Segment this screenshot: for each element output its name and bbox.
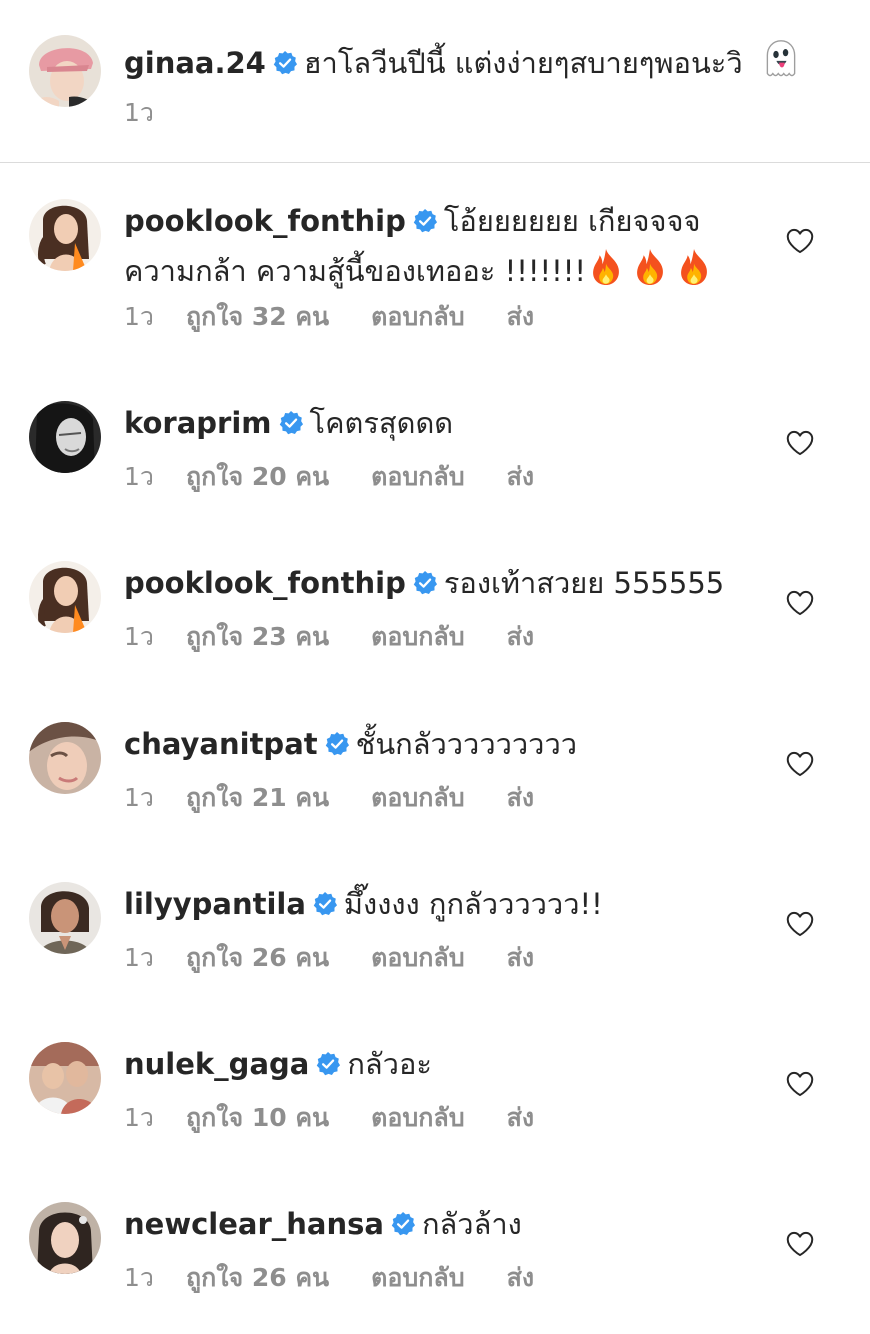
avatar[interactable] bbox=[29, 882, 101, 954]
comment-meta: 1ว ถูกใจ 26 คน ตอบกลับ ส่ง bbox=[124, 1262, 534, 1294]
comment-time: 1ว bbox=[124, 462, 154, 491]
caption-username[interactable]: ginaa.24 bbox=[124, 46, 266, 80]
comment-meta: 1ว ถูกใจ 32 คน ตอบกลับ ส่ง bbox=[124, 301, 534, 333]
heart-icon[interactable] bbox=[786, 1071, 814, 1097]
comment-username[interactable]: koraprim bbox=[124, 406, 272, 440]
reply-button[interactable]: ตอบกลับ bbox=[371, 1262, 464, 1294]
comment-text: รองเท้าสวยย 555555 bbox=[443, 566, 725, 600]
like-count[interactable]: ถูกใจ 23 คน bbox=[186, 621, 329, 653]
avatar[interactable] bbox=[29, 35, 101, 107]
reply-button[interactable]: ตอบกลับ bbox=[371, 942, 464, 974]
avatar[interactable] bbox=[29, 561, 101, 633]
send-button[interactable]: ส่ง bbox=[507, 1262, 534, 1294]
comment-username[interactable]: newclear_hansa bbox=[124, 1207, 384, 1241]
comment-username[interactable]: nulek_gaga bbox=[124, 1047, 309, 1081]
verified-badge-icon bbox=[412, 208, 438, 234]
comment-time: 1ว bbox=[124, 1263, 154, 1292]
comment-text: โอ้ยยยยยย เกียจจจจ bbox=[443, 204, 701, 238]
ghost-emoji-icon bbox=[762, 39, 800, 79]
reply-button[interactable]: ตอบกลับ bbox=[371, 782, 464, 814]
verified-badge-icon bbox=[272, 50, 298, 76]
send-button[interactable]: ส่ง bbox=[507, 1102, 534, 1134]
like-count[interactable]: ถูกใจ 32 คน bbox=[186, 301, 329, 333]
fire-emoji-icon bbox=[588, 247, 624, 287]
comment-text-line-1: pooklook_fonthip โอ้ยยยยยย เกียจจจจ bbox=[124, 201, 700, 241]
reply-button[interactable]: ตอบกลับ bbox=[371, 301, 464, 333]
comment-time: 1ว bbox=[124, 622, 154, 651]
comment-time: 1ว bbox=[124, 783, 154, 812]
comment-text-line: pooklook_fonthip รองเท้าสวยย 555555 bbox=[124, 563, 724, 603]
like-count[interactable]: ถูกใจ 20 คน bbox=[186, 461, 329, 493]
comment-username[interactable]: chayanitpat bbox=[124, 727, 318, 761]
comment-text-continued: ความกล้า ความสู้นี้ของเทออะ !!!!!!! bbox=[124, 254, 586, 288]
verified-badge-icon bbox=[412, 570, 438, 596]
comment-username[interactable]: lilyypantila bbox=[124, 887, 306, 921]
reply-button[interactable]: ตอบกลับ bbox=[371, 621, 464, 653]
send-button[interactable]: ส่ง bbox=[507, 301, 534, 333]
heart-icon[interactable] bbox=[786, 430, 814, 456]
post-caption: ginaa.24 ฮาโลวีนปีนี้ แต่งง่ายๆสบายๆพอนะว… bbox=[0, 0, 870, 163]
caption-meta: 1ว bbox=[124, 97, 186, 129]
like-count[interactable]: ถูกใจ 26 คน bbox=[186, 1262, 329, 1294]
heart-icon[interactable] bbox=[786, 228, 814, 254]
like-count[interactable]: ถูกใจ 10 คน bbox=[186, 1102, 329, 1134]
fire-emoji-icon bbox=[632, 247, 668, 287]
verified-badge-icon bbox=[278, 410, 304, 436]
avatar[interactable] bbox=[29, 1042, 101, 1114]
comment-meta: 1ว ถูกใจ 26 คน ตอบกลับ ส่ง bbox=[124, 942, 534, 974]
verified-badge-icon bbox=[390, 1211, 416, 1237]
avatar[interactable] bbox=[29, 722, 101, 794]
comment-meta: 1ว ถูกใจ 10 คน ตอบกลับ ส่ง bbox=[124, 1102, 534, 1134]
verified-badge-icon bbox=[324, 731, 350, 757]
comment-meta: 1ว ถูกใจ 21 คน ตอบกลับ ส่ง bbox=[124, 782, 534, 814]
comment-text-line: nulek_gaga กลัวอะ bbox=[124, 1044, 432, 1084]
comment-text-line: lilyypantila มึ๊งงงง กูกลัวววววว!! bbox=[124, 884, 603, 924]
send-button[interactable]: ส่ง bbox=[507, 621, 534, 653]
heart-icon[interactable] bbox=[786, 590, 814, 616]
like-count[interactable]: ถูกใจ 21 คน bbox=[186, 782, 329, 814]
comment-text: มึ๊งงงง กูกลัวววววว!! bbox=[343, 887, 603, 921]
like-count[interactable]: ถูกใจ 26 คน bbox=[186, 942, 329, 974]
fire-emoji-icon bbox=[676, 247, 712, 287]
verified-badge-icon bbox=[312, 891, 338, 917]
send-button[interactable]: ส่ง bbox=[507, 782, 534, 814]
comment-time: 1ว bbox=[124, 302, 154, 331]
comment-text-line: newclear_hansa กลัวล้าง bbox=[124, 1204, 522, 1244]
send-button[interactable]: ส่ง bbox=[507, 942, 534, 974]
comment-meta: 1ว ถูกใจ 20 คน ตอบกลับ ส่ง bbox=[124, 461, 534, 493]
comment-text: ชั้นกลัววววววววว bbox=[355, 727, 578, 761]
verified-badge-icon bbox=[315, 1051, 341, 1077]
comment-text: กลัวอะ bbox=[347, 1047, 432, 1081]
reply-button[interactable]: ตอบกลับ bbox=[371, 461, 464, 493]
comment-text-line-2: ความกล้า ความสู้นี้ของเทออะ !!!!!!! bbox=[124, 247, 712, 291]
comment-time: 1ว bbox=[124, 1103, 154, 1132]
avatar[interactable] bbox=[29, 1202, 101, 1274]
caption-time: 1ว bbox=[124, 98, 154, 127]
heart-icon[interactable] bbox=[786, 1231, 814, 1257]
comment-username[interactable]: pooklook_fonthip bbox=[124, 204, 406, 238]
comment-meta: 1ว ถูกใจ 23 คน ตอบกลับ ส่ง bbox=[124, 621, 534, 653]
comment-time: 1ว bbox=[124, 943, 154, 972]
caption-line: ginaa.24 ฮาโลวีนปีนี้ แต่งง่ายๆสบายๆพอนะว… bbox=[124, 39, 800, 83]
heart-icon[interactable] bbox=[786, 751, 814, 777]
avatar[interactable] bbox=[29, 401, 101, 473]
comment-text-line: koraprim โคตรสุดดด bbox=[124, 403, 453, 443]
comment-text: โคตรสุดดด bbox=[309, 406, 454, 440]
heart-icon[interactable] bbox=[786, 911, 814, 937]
avatar[interactable] bbox=[29, 199, 101, 271]
comment-text: กลัวล้าง bbox=[421, 1207, 522, 1241]
send-button[interactable]: ส่ง bbox=[507, 461, 534, 493]
reply-button[interactable]: ตอบกลับ bbox=[371, 1102, 464, 1134]
comment-text-line: chayanitpat ชั้นกลัววววววววว bbox=[124, 724, 577, 764]
comment-username[interactable]: pooklook_fonthip bbox=[124, 566, 406, 600]
caption-text: ฮาโลวีนปีนี้ แต่งง่ายๆสบายๆพอนะวิ bbox=[303, 46, 743, 80]
